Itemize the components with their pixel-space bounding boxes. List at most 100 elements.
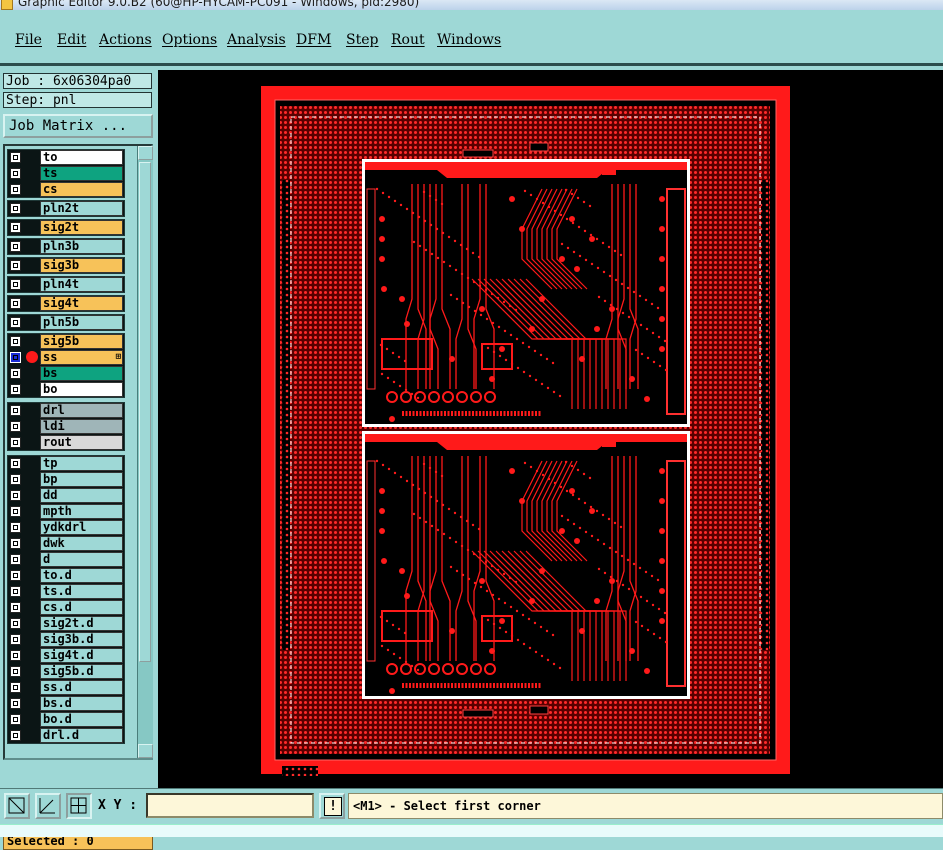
layer-name[interactable]: bo xyxy=(40,382,123,397)
layer-row-bp[interactable]: bp xyxy=(8,472,124,487)
layer-checkbox[interactable] xyxy=(10,522,21,533)
menu-windows[interactable]: Windows xyxy=(437,32,501,48)
layer-checkbox[interactable] xyxy=(10,384,21,395)
layer-name[interactable]: ts xyxy=(40,166,123,181)
layer-checkbox[interactable] xyxy=(10,634,21,645)
scroll-up-arrow-icon[interactable] xyxy=(138,146,153,160)
layer-name[interactable]: drl.d xyxy=(40,728,123,743)
layer-row-drl-d[interactable]: drl.d xyxy=(8,728,124,743)
layer-checkbox[interactable] xyxy=(10,570,21,581)
layer-row-sig5b[interactable]: sig5b xyxy=(8,334,124,349)
layer-name[interactable]: ss ⊞ xyxy=(40,350,123,365)
layer-row-tp[interactable]: tp xyxy=(8,456,124,471)
layer-row-ss-d[interactable]: ss.d xyxy=(8,680,124,695)
layer-name[interactable]: mpth xyxy=(40,504,123,519)
layer-checkbox[interactable] xyxy=(10,698,21,709)
layer-checkbox[interactable] xyxy=(10,586,21,597)
layer-row-pln2t[interactable]: pln2t xyxy=(8,201,124,216)
menu-file[interactable]: File xyxy=(15,32,42,48)
layer-row-bo-d[interactable]: bo.d xyxy=(8,712,124,727)
layer-row-sig2t-d[interactable]: sig2t.d xyxy=(8,616,124,631)
layer-row-ts[interactable]: ts xyxy=(8,166,124,181)
layer-name[interactable]: d xyxy=(40,552,123,567)
layer-name[interactable]: bs xyxy=(40,366,123,381)
layer-name[interactable]: sig4t.d xyxy=(40,648,123,663)
layer-checkbox[interactable] xyxy=(10,538,21,549)
layer-checkbox[interactable] xyxy=(10,666,21,677)
pcb-panel-view[interactable] xyxy=(158,70,943,788)
layer-checkbox[interactable] xyxy=(10,506,21,517)
layer-name[interactable]: sig4t xyxy=(40,296,123,311)
layer-checkbox[interactable] xyxy=(10,368,21,379)
layer-checkbox[interactable] xyxy=(10,618,21,629)
layer-checkbox[interactable] xyxy=(10,317,21,328)
warning-button[interactable]: ! xyxy=(319,793,345,819)
layer-name[interactable]: ss.d xyxy=(40,680,123,695)
layer-checkbox[interactable] xyxy=(10,279,21,290)
layer-row-sig3b-d[interactable]: sig3b.d xyxy=(8,632,124,647)
layer-row-bs-d[interactable]: bs.d xyxy=(8,696,124,711)
layer-row-dwk[interactable]: dwk xyxy=(8,536,124,551)
layer-checkbox[interactable] xyxy=(10,458,21,469)
layer-checkbox[interactable] xyxy=(10,490,21,501)
layer-checkbox[interactable] xyxy=(10,474,21,485)
layer-checkbox[interactable] xyxy=(10,168,21,179)
layer-checkbox[interactable] xyxy=(10,260,21,271)
layer-checkbox[interactable] xyxy=(10,336,21,347)
layer-row-mpth[interactable]: mpth xyxy=(8,504,124,519)
layer-name[interactable]: bo.d xyxy=(40,712,123,727)
layer-row-sig2t[interactable]: sig2t xyxy=(8,220,124,235)
xy-input[interactable] xyxy=(146,793,314,818)
scroll-thumb[interactable] xyxy=(139,162,151,662)
layer-name[interactable]: rout xyxy=(40,435,123,450)
layer-name[interactable]: ydkdrl xyxy=(40,520,123,535)
zoom-window-button[interactable] xyxy=(4,793,30,819)
layer-row-to-d[interactable]: to.d xyxy=(8,568,124,583)
layer-name[interactable]: ldi xyxy=(40,419,123,434)
layer-checkbox[interactable] xyxy=(10,650,21,661)
layer-row-sig4t-d[interactable]: sig4t.d xyxy=(8,648,124,663)
layer-checkbox[interactable] xyxy=(10,203,21,214)
layer-name[interactable]: pln3b xyxy=(40,239,123,254)
layer-row-ss[interactable]: ss ⊞ xyxy=(8,350,124,365)
layer-name[interactable]: sig5b.d xyxy=(40,664,123,679)
layer-row-pln4t[interactable]: pln4t xyxy=(8,277,124,292)
layer-name[interactable]: pln2t xyxy=(40,201,123,216)
layer-checkbox[interactable] xyxy=(10,241,21,252)
layer-checkbox[interactable] xyxy=(10,152,21,163)
menu-actions[interactable]: Actions xyxy=(99,32,152,48)
layer-row-ldi[interactable]: ldi xyxy=(8,419,124,434)
layer-checkbox[interactable] xyxy=(10,437,21,448)
menu-dfm[interactable]: DFM xyxy=(296,32,331,48)
layer-row-sig5b-d[interactable]: sig5b.d xyxy=(8,664,124,679)
layer-name[interactable]: sig3b.d xyxy=(40,632,123,647)
job-matrix-button[interactable]: Job Matrix ... xyxy=(3,114,153,138)
menu-options[interactable]: Options xyxy=(162,32,217,48)
layer-name[interactable]: bs.d xyxy=(40,696,123,711)
layer-row-sig4t[interactable]: sig4t xyxy=(8,296,124,311)
layer-checkbox[interactable] xyxy=(10,730,21,741)
layer-row-pln5b[interactable]: pln5b xyxy=(8,315,124,330)
layer-name[interactable]: pln4t xyxy=(40,277,123,292)
layer-checkbox[interactable] xyxy=(10,421,21,432)
layer-row-ts-d[interactable]: ts.d xyxy=(8,584,124,599)
layer-list-scrollbar[interactable] xyxy=(137,146,153,758)
layer-name[interactable]: sig2t.d xyxy=(40,616,123,631)
layer-name[interactable]: to.d xyxy=(40,568,123,583)
menu-analysis[interactable]: Analysis xyxy=(227,32,286,48)
layer-name[interactable]: bp xyxy=(40,472,123,487)
layer-checkbox[interactable] xyxy=(10,682,21,693)
layer-row-to[interactable]: to xyxy=(8,150,124,165)
layer-name[interactable]: dd xyxy=(40,488,123,503)
layer-row-d[interactable]: d xyxy=(8,552,124,567)
layer-row-bs[interactable]: bs xyxy=(8,366,124,381)
layer-checkbox[interactable] xyxy=(10,602,21,613)
graphic-canvas[interactable] xyxy=(158,70,943,788)
scroll-down-arrow-icon[interactable] xyxy=(138,744,153,758)
layer-name[interactable]: sig3b xyxy=(40,258,123,273)
layer-checkbox[interactable] xyxy=(10,405,21,416)
measure-button[interactable] xyxy=(35,793,61,819)
layer-row-rout[interactable]: rout xyxy=(8,435,124,450)
layer-row-dd[interactable]: dd xyxy=(8,488,124,503)
menu-rout[interactable]: Rout xyxy=(391,32,425,48)
